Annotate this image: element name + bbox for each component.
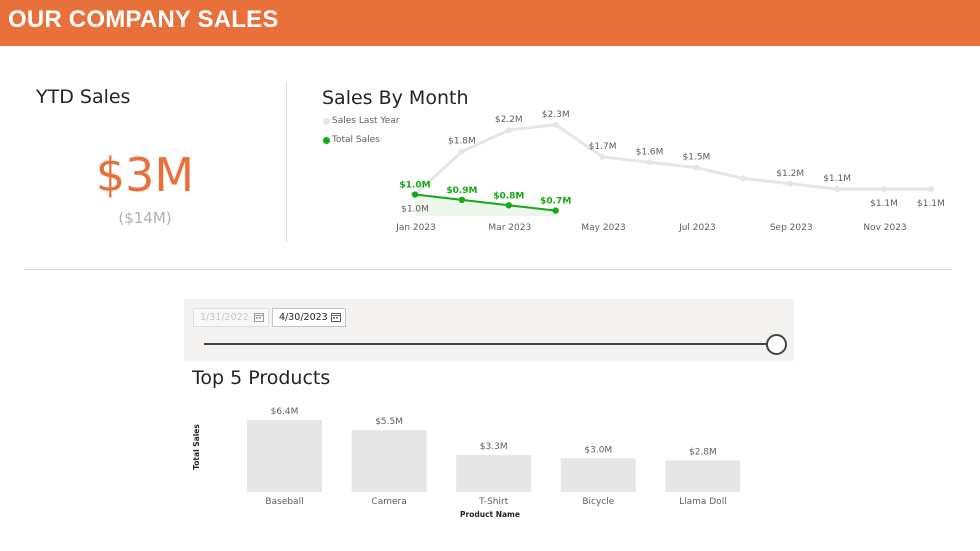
calendar-icon[interactable] [254, 312, 264, 322]
bar [247, 420, 322, 492]
top5-title: Top 5 Products [192, 367, 331, 389]
x-tick-label: Llama Doll [679, 497, 727, 507]
total-sales-point [411, 191, 419, 198]
bar [351, 430, 427, 492]
start-date-input[interactable]: 1/31/2022 [193, 308, 269, 327]
last-year-data-label: $2.2M [495, 115, 523, 125]
last-year-point [693, 164, 700, 171]
total-sales-data-label: $0.8M [493, 191, 524, 201]
bar-data-label: $2.8M [689, 448, 717, 458]
horizontal-divider [24, 269, 952, 270]
last-year-data-label: $1.7M [589, 142, 617, 152]
x-tick-label: May 2023 [581, 223, 625, 233]
sales-by-month-title: Sales By Month [322, 87, 469, 109]
legend-marker-last-year [323, 117, 330, 125]
bar [456, 454, 532, 492]
bar-data-label: $5.5M [375, 417, 403, 427]
x-tick-label: Mar 2023 [488, 223, 531, 233]
x-tick-label: Sep 2023 [770, 223, 813, 233]
x-tick-label: Baseball [265, 497, 303, 507]
bar-data-label: $6.4M [271, 407, 299, 417]
ytd-title: YTD Sales [36, 86, 131, 108]
calendar-icon[interactable] [331, 312, 341, 322]
slider-handle[interactable] [766, 334, 787, 355]
last-year-point [927, 186, 934, 193]
last-year-line [413, 123, 931, 196]
date-range-slicer[interactable]: 1/31/2022 4/30/2023 [184, 299, 794, 361]
last-year-point [740, 175, 747, 182]
last-year-point [552, 121, 559, 128]
last-year-data-label: $2.3M [542, 110, 570, 120]
legend-item-last-year[interactable]: Sales Last Year [323, 116, 399, 126]
last-year-point [458, 148, 465, 155]
x-axis-title: Product Name [460, 510, 520, 519]
header-banner: OUR COMPANY SALES [0, 0, 980, 46]
last-year-data-label: $1.2M [776, 169, 804, 179]
x-tick-label: Camera [371, 497, 406, 507]
last-year-point [787, 180, 794, 187]
total-sales-point [552, 207, 559, 214]
legend-item-total-sales[interactable]: Total Sales [323, 135, 380, 145]
ytd-sub-value: ($14M) [118, 209, 172, 227]
last-year-point [834, 186, 841, 193]
last-year-data-label: $1.5M [682, 153, 710, 163]
legend-label-total-sales: Total Sales [332, 135, 380, 145]
last-year-data-label: $1.0M [401, 205, 429, 215]
last-year-data-label: $1.1M [823, 174, 851, 184]
ytd-value: $3M [95, 148, 195, 202]
x-tick-label: Bicycle [582, 497, 614, 507]
last-year-point [599, 153, 606, 160]
y-axis-title: Total Sales [192, 424, 201, 470]
x-tick-label: Jul 2023 [678, 223, 716, 233]
total-sales-point [458, 196, 466, 204]
vertical-divider [286, 82, 287, 242]
bar-data-label: $3.0M [584, 445, 612, 455]
page-title: OUR COMPANY SALES [8, 6, 279, 33]
start-date-value: 1/31/2022 [200, 312, 249, 323]
last-year-data-label: $1.1M [870, 199, 898, 209]
total-sales-data-label: $0.9M [446, 186, 477, 196]
x-tick-label: Jan 2023 [395, 223, 436, 233]
bar [665, 460, 741, 492]
last-year-point [505, 127, 512, 134]
legend-marker-total-sales [323, 136, 330, 144]
last-year-point [646, 159, 653, 166]
end-date-input[interactable]: 4/30/2023 [272, 308, 346, 327]
last-year-point [881, 186, 887, 193]
bar [560, 458, 636, 492]
sales-by-month-chart[interactable]: $1.0M $1.8M $2.2M $2.3M $1.7M $1.6M $1.5M $1.2M… [390, 110, 950, 240]
x-tick-label: Nov 2023 [863, 223, 906, 233]
end-date-value: 4/30/2023 [279, 312, 328, 323]
total-sales-data-label: $1.0M [399, 181, 430, 191]
total-sales-point [505, 202, 512, 209]
slider-track[interactable] [204, 343, 779, 345]
last-year-data-label: $1.6M [636, 147, 664, 157]
last-year-data-label: $1.8M [448, 137, 476, 147]
total-sales-data-label: $0.7M [540, 197, 571, 207]
top5-products-chart[interactable]: $6.4M Baseball $5.5M Camera $3.3M T-Shirt $3.0… [190, 395, 790, 525]
x-tick-label: T-Shirt [478, 497, 509, 507]
last-year-data-label: $1.1M [917, 199, 945, 209]
bar-data-label: $3.3M [480, 442, 508, 452]
